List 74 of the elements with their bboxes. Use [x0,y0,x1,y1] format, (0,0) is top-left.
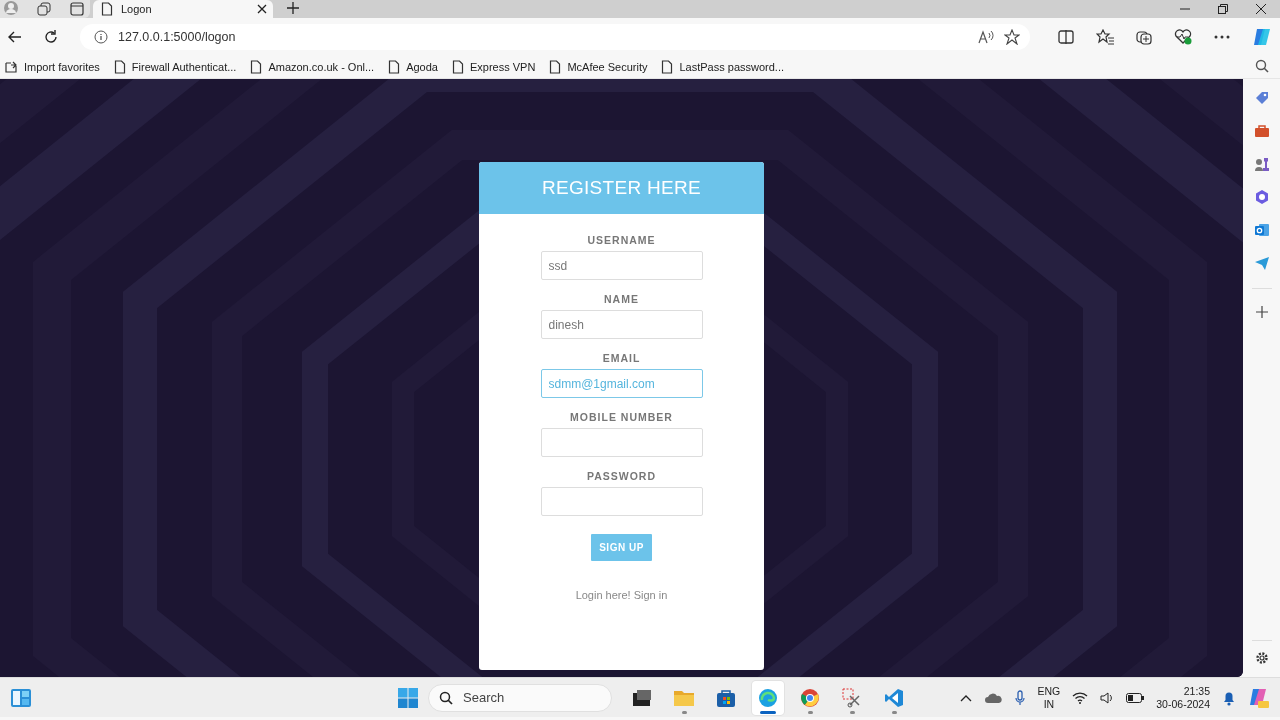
start-icon[interactable] [398,687,418,708]
page-icon [101,2,113,16]
page-icon [661,60,674,74]
mail-app-icon[interactable] [1253,222,1270,238]
password-field[interactable] [540,487,703,516]
page-icon [388,60,401,74]
input-field[interactable] [540,428,703,457]
bookmark[interactable]: Express VPN [451,60,536,74]
read-aloud-icon[interactable] [978,30,994,44]
field-label: EMAIL [602,352,641,364]
input-field[interactable]: ssd [540,251,703,280]
search-icon[interactable] [1254,59,1269,73]
hexagon-logo-icon[interactable] [1253,189,1270,205]
import-icon [4,60,18,74]
chevron-up-icon[interactable] [959,693,972,702]
search-icon [439,690,453,705]
info-icon [94,30,108,44]
maximize-icon[interactable] [1218,4,1228,14]
taskbar-app[interactable] [752,680,784,715]
widgets-icon[interactable] [10,687,32,708]
wifi-icon[interactable] [1072,691,1089,704]
swirl-logo-icon [758,687,778,708]
bookmark[interactable]: Amazon.co.uk - Onl... [250,60,375,74]
clock[interactable]: 21:35 30-06-2024 [1156,684,1210,711]
page-icon [451,60,464,74]
bookmark[interactable]: McAfee Security [549,60,648,74]
field-label: USERNAME [587,234,656,246]
toolbox-icon[interactable] [1253,123,1270,139]
close-icon[interactable] [1256,4,1266,14]
copilot-icon[interactable] [1248,686,1270,709]
copilot-icon[interactable] [1252,27,1272,47]
new-tab-icon[interactable] [287,2,299,14]
collections-icon[interactable] [1136,29,1152,45]
window-icon [632,688,652,707]
browser-tab[interactable]: Logon [93,0,273,18]
store-icon [716,687,736,708]
input-language[interactable]: ENG IN [1037,684,1061,711]
code-editor-icon [884,687,904,708]
health-heart-icon[interactable] [1174,29,1192,45]
bookmark[interactable]: Import favorites [4,60,100,74]
search-placeholder: Search [463,690,505,705]
taskbar-search-field[interactable]: Search [428,683,612,712]
tab-actions-icon[interactable] [70,2,84,16]
page-icon [250,60,263,74]
bookmark[interactable]: Agoda [388,60,438,74]
field-label: NAME [604,293,639,305]
split-screen-icon[interactable] [1058,30,1074,44]
sign-in-link[interactable]: Login here! Sign in [575,589,668,601]
card-title: REGISTER HERE [479,162,764,214]
microphone-icon[interactable] [1013,689,1026,706]
page-icon [549,60,562,74]
paper-plane-icon[interactable] [1253,255,1270,271]
page-icon [113,60,126,74]
refresh-icon[interactable] [44,30,58,44]
field-label: PASSWORD [586,470,657,482]
back-icon[interactable] [8,31,22,43]
field-label: MOBILE NUMBER [570,411,673,423]
close-icon[interactable] [257,4,267,14]
more-icon[interactable] [1214,35,1230,39]
folder-icon [673,688,695,707]
add-icon[interactable] [1255,306,1268,318]
favorite-star-icon[interactable] [1004,29,1020,45]
scissors-icon [842,687,862,708]
address-bar[interactable]: 127.0.0.1:5000/logon [80,24,1030,50]
settings-icon[interactable] [1254,651,1269,665]
bookmark[interactable]: LastPass password... [661,60,785,74]
round-logo-icon [800,687,820,708]
input-field[interactable]: dinesh [540,310,703,339]
favorites-icon[interactable] [1096,29,1114,45]
battery-icon[interactable] [1126,692,1145,703]
workspaces-icon[interactable] [36,2,52,16]
bookmark[interactable]: Firewall Authenticat... [113,60,237,74]
speaker-icon[interactable] [1100,691,1115,704]
chess-icon[interactable] [1253,156,1270,172]
